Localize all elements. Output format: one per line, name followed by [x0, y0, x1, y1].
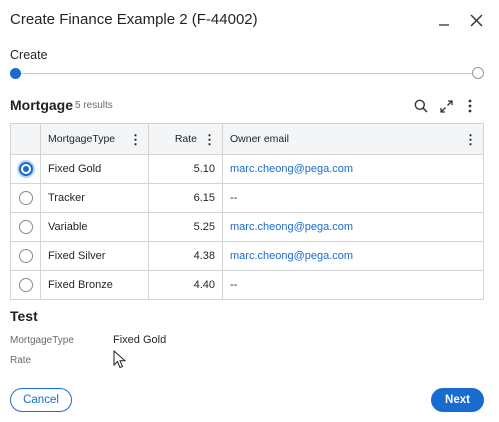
row-select-radio[interactable] [18, 249, 33, 263]
column-header-rate[interactable]: Rate ⋮ [148, 123, 223, 155]
column-header-owner-email[interactable]: Owner email ⋮ [222, 123, 484, 155]
search-icon [414, 99, 428, 113]
column-menu-icon[interactable]: ⋮ [458, 133, 477, 146]
result-count: 5 results [75, 100, 113, 111]
step-label: Create [10, 48, 48, 62]
table-row[interactable]: Fixed Bronze 4.40 -- [10, 270, 484, 300]
column-label: MortgageType [48, 133, 116, 145]
owner-email-link[interactable]: marc.cheong@pega.com [230, 163, 353, 175]
stepper-track [16, 73, 478, 74]
column-label: Rate [174, 133, 197, 145]
rate-cell: 5.25 [148, 212, 223, 242]
table-row[interactable]: Variable 5.25 marc.cheong@pega.com [10, 212, 484, 242]
select-column-header [10, 123, 41, 155]
more-actions-button[interactable] [463, 97, 477, 115]
mortgage-type-cell: Fixed Gold [40, 154, 149, 184]
next-button[interactable]: Next [431, 388, 484, 412]
rate-cell: 4.38 [148, 241, 223, 271]
cancel-button[interactable]: Cancel [10, 388, 72, 412]
more-vertical-icon [468, 99, 472, 113]
rate-cell: 4.40 [148, 270, 223, 300]
mortgage-section-title: Mortgage [10, 97, 73, 113]
rate-cell: 5.10 [148, 154, 223, 184]
field-label-mortgagetype: MortgageType [10, 335, 74, 346]
close-button[interactable] [466, 10, 486, 30]
table-row[interactable]: Tracker 6.15 -- [10, 183, 484, 213]
minimize-button[interactable] [434, 10, 454, 30]
expand-button[interactable] [437, 97, 455, 115]
column-menu-icon[interactable]: ⋮ [197, 133, 216, 146]
table-row[interactable]: Fixed Silver 4.38 marc.cheong@pega.com [10, 241, 484, 271]
create-dialog: Create Finance Example 2 (F-44002) Creat… [0, 0, 499, 422]
mortgage-type-cell: Fixed Bronze [40, 270, 149, 300]
owner-email-link[interactable]: marc.cheong@pega.com [230, 221, 353, 233]
minimize-icon [439, 24, 449, 26]
row-select-radio[interactable] [18, 278, 33, 292]
step-indicator-next [472, 67, 484, 79]
column-header-mortgagetype[interactable]: MortgageType ⋮ [40, 123, 149, 155]
mortgage-table: MortgageType ⋮ Rate ⋮ Owner email ⋮ Fixe… [10, 123, 484, 300]
field-label-rate: Rate [10, 355, 32, 366]
owner-email-empty: -- [230, 279, 238, 291]
owner-email-link[interactable]: marc.cheong@pega.com [230, 250, 353, 262]
mouse-cursor-icon [113, 350, 127, 369]
test-section-title: Test [10, 308, 38, 324]
close-icon [470, 14, 482, 26]
owner-email-empty: -- [230, 192, 238, 204]
step-indicator-current [10, 68, 21, 79]
expand-icon [439, 99, 453, 113]
mortgage-type-cell: Tracker [40, 183, 149, 213]
mortgage-type-cell: Variable [40, 212, 149, 242]
rate-cell: 6.15 [148, 183, 223, 213]
column-label: Owner email [230, 133, 289, 145]
field-value-mortgagetype: Fixed Gold [113, 334, 167, 346]
table-header-row: MortgageType ⋮ Rate ⋮ Owner email ⋮ [10, 123, 484, 155]
mortgage-type-cell: Fixed Silver [40, 241, 149, 271]
row-select-radio[interactable] [18, 220, 33, 234]
column-menu-icon[interactable]: ⋮ [123, 133, 142, 146]
row-select-radio[interactable] [18, 162, 33, 176]
table-row[interactable]: Fixed Gold 5.10 marc.cheong@pega.com [10, 154, 484, 184]
row-select-radio[interactable] [18, 191, 33, 205]
dialog-title: Create Finance Example 2 (F-44002) [10, 11, 258, 28]
search-button[interactable] [412, 97, 430, 115]
